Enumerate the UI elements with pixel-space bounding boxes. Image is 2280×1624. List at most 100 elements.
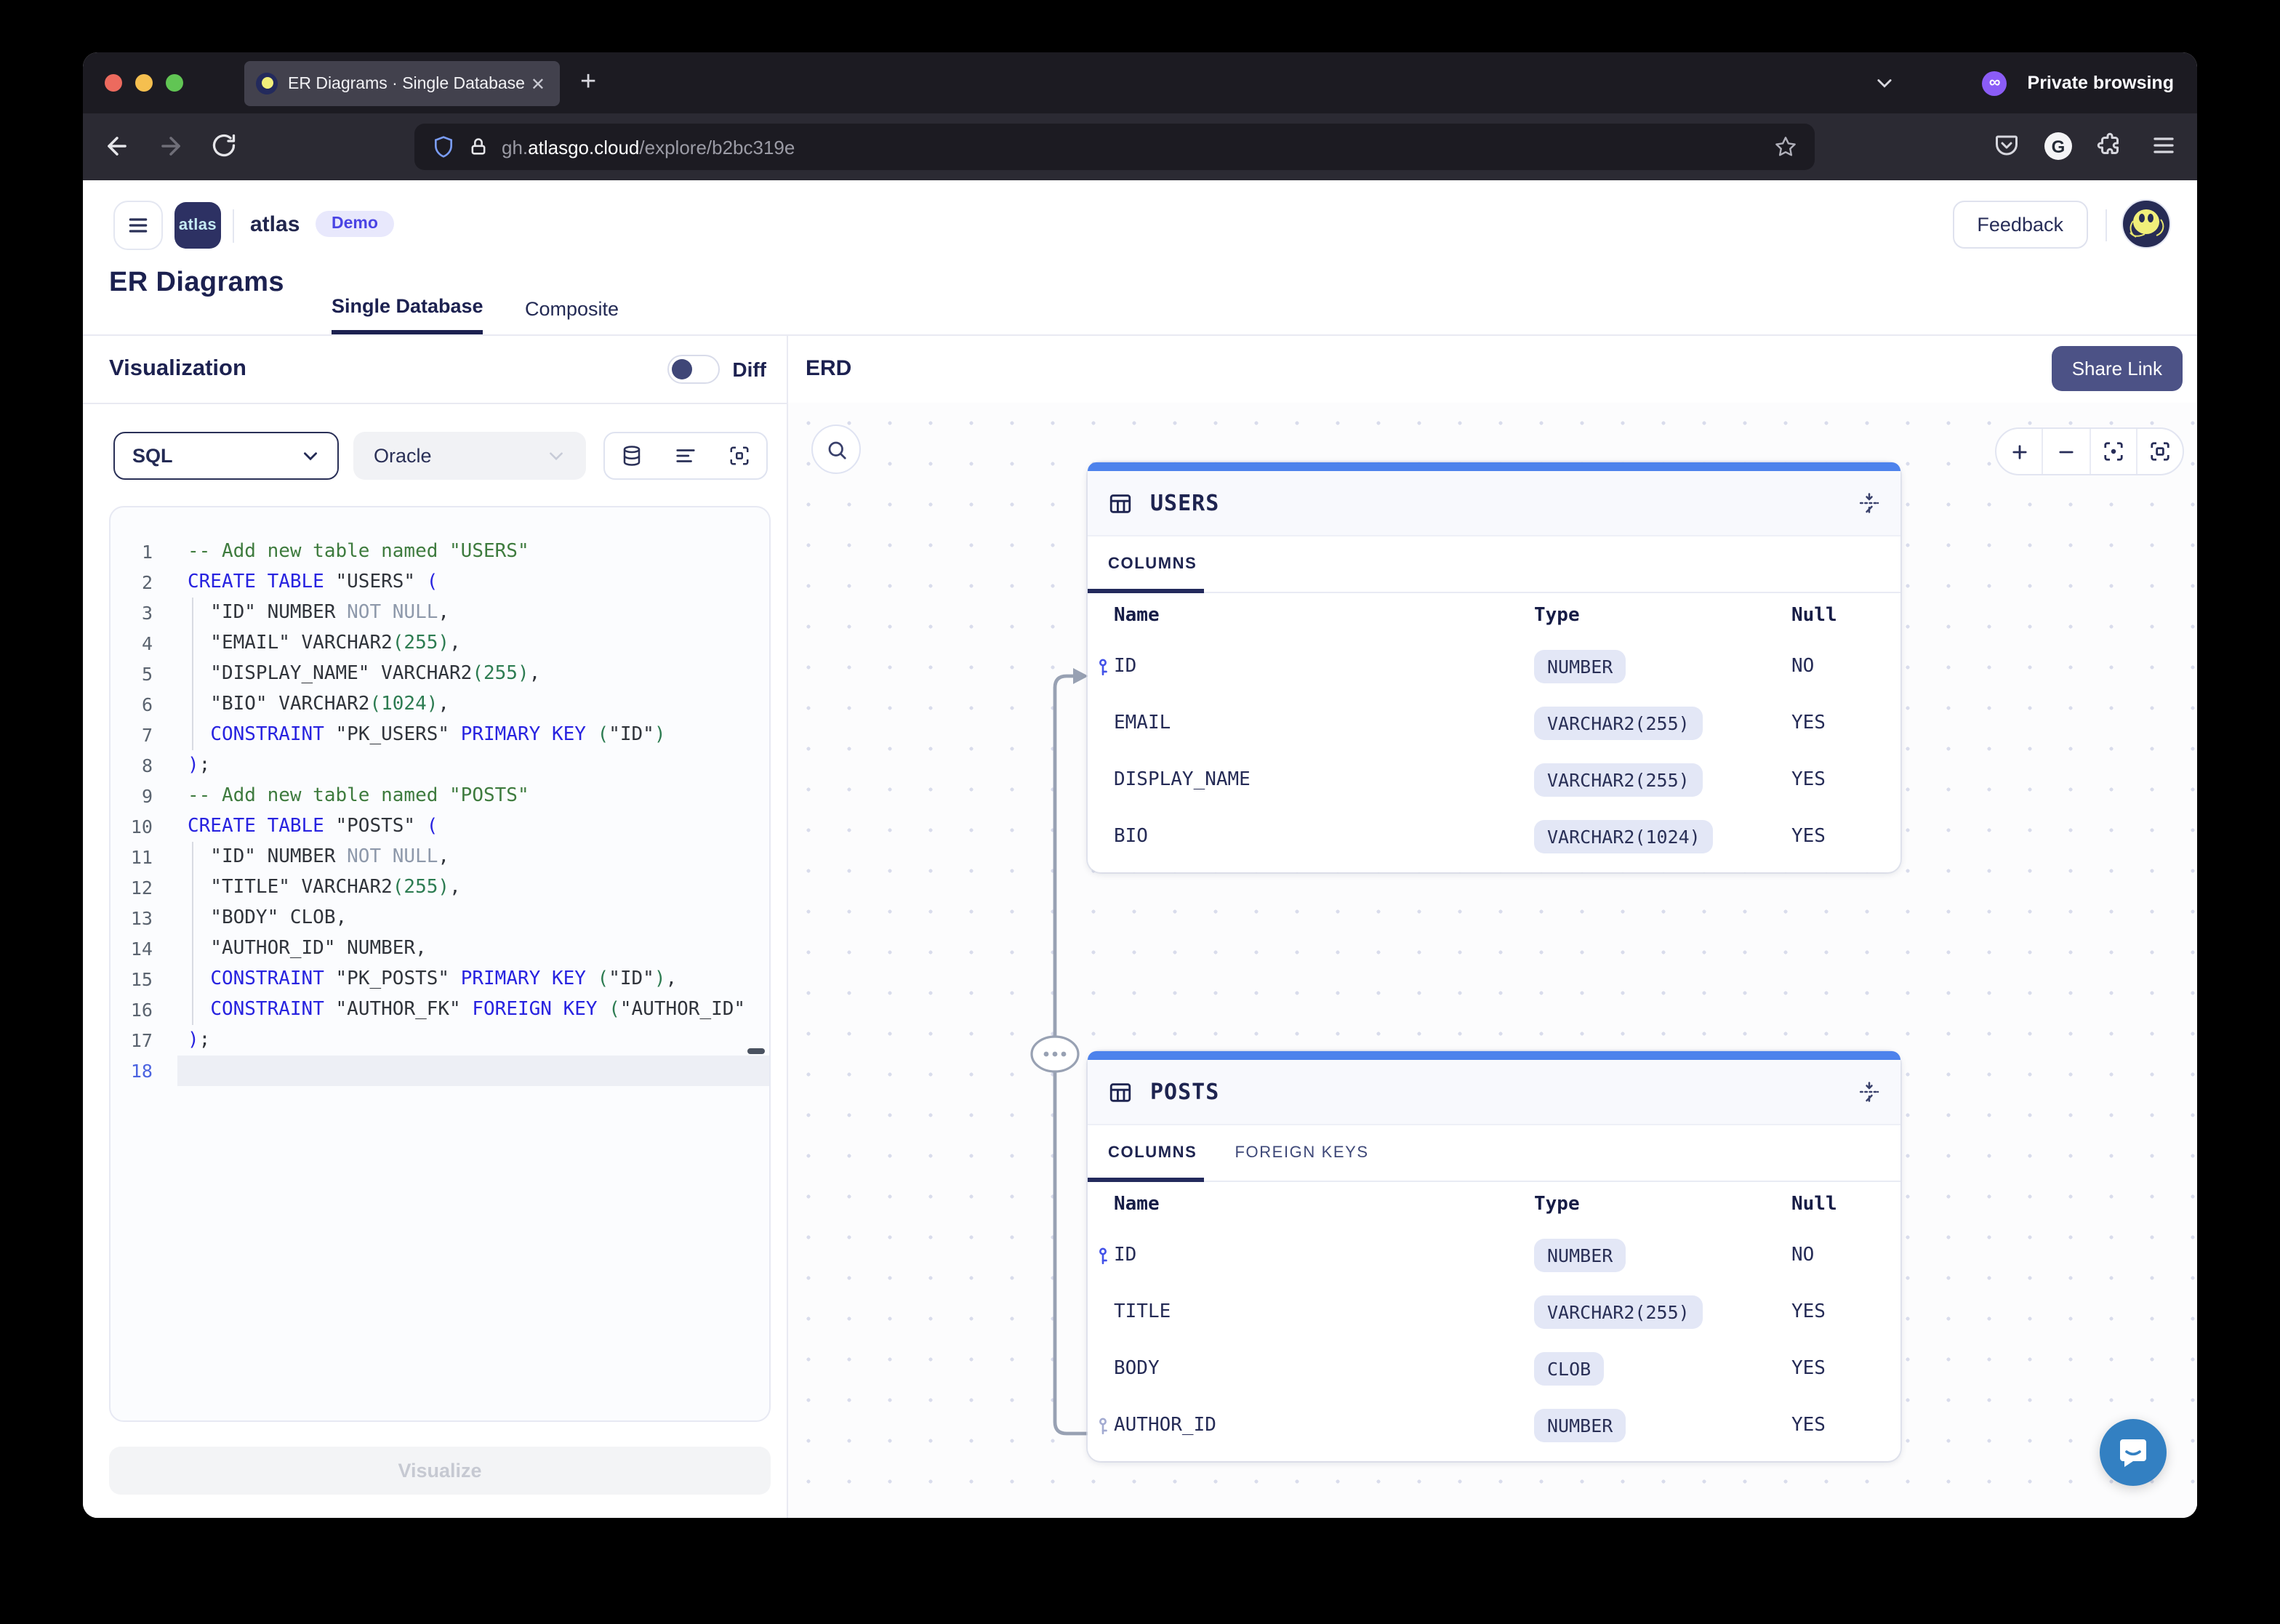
collapse-table-icon[interactable] — [1858, 491, 1880, 515]
column-name: EMAIL — [1114, 712, 1534, 734]
line-number: 8 — [111, 750, 177, 781]
browser-tabbar: ER Diagrams · Single Database ✕ + ∞ Priv… — [83, 52, 2197, 113]
close-window-button[interactable] — [105, 74, 122, 92]
table-row: EMAILVARCHAR2(255)YES — [1088, 695, 1900, 752]
table-card-header[interactable]: POSTS — [1088, 1060, 1900, 1125]
erd-table-card-posts[interactable]: POSTSCOLUMNSFOREIGN KEYSNameTypeNullIDNU… — [1088, 1051, 1900, 1461]
code-lines: 1-- Add new table named "USERS"2CREATE T… — [111, 507, 769, 1420]
column-nullable: YES — [1791, 1301, 1900, 1323]
database-icon[interactable] — [621, 445, 643, 467]
bookmark-star-icon[interactable] — [1774, 135, 1797, 158]
column-nullable: YES — [1791, 1415, 1900, 1436]
browser-tab[interactable]: ER Diagrams · Single Database ✕ — [244, 61, 560, 106]
code-line: 15 CONSTRAINT "PK_POSTS" PRIMARY KEY ("I… — [111, 964, 769, 994]
line-number: 2 — [111, 567, 177, 598]
column-nullable: YES — [1791, 826, 1900, 848]
column-type-badge: VARCHAR2(1024) — [1534, 820, 1714, 853]
editor-scrollbar[interactable] — [747, 1048, 765, 1054]
erd-canvas[interactable]: USERSCOLUMNSNameTypeNullIDNUMBERNOEMAILV… — [788, 403, 2197, 1518]
list-tabs-chevron-icon[interactable] — [1875, 73, 1895, 93]
erd-table-card-users[interactable]: USERSCOLUMNSNameTypeNullIDNUMBERNOEMAILV… — [1088, 462, 1900, 872]
url-bar[interactable]: gh.atlasgo.cloud/explore/b2bc319e — [414, 124, 1815, 170]
code-line: 13 "BODY" CLOB, — [111, 903, 769, 933]
line-number: 12 — [111, 872, 177, 903]
line-number: 7 — [111, 720, 177, 750]
code-line: 12 "TITLE" VARCHAR2(255), — [111, 872, 769, 903]
line-number: 14 — [111, 933, 177, 964]
code-text — [177, 1056, 769, 1086]
code-text: -- Add new table named "POSTS" — [177, 781, 769, 811]
page-title-row: ER Diagrams Single Database Composite — [83, 180, 2197, 336]
pocket-icon[interactable] — [1994, 132, 2020, 158]
tab-single-database[interactable]: Single Database — [332, 282, 483, 334]
code-line: 5 "DISPLAY_NAME" VARCHAR2(255), — [111, 659, 769, 689]
format-align-icon[interactable] — [675, 445, 697, 467]
table-name: POSTS — [1150, 1079, 1219, 1105]
code-line: 8); — [111, 750, 769, 781]
code-text: -- Add new table named "USERS" — [177, 536, 769, 567]
code-text: "BODY" CLOB, — [177, 903, 769, 933]
table-row: IDNUMBERNO — [1088, 1227, 1900, 1284]
code-text: CONSTRAINT "AUTHOR_FK" FOREIGN KEY ("AUT… — [177, 994, 769, 1025]
shield-icon[interactable] — [432, 135, 455, 158]
column-nullable: NO — [1791, 1245, 1900, 1266]
foreign-key-icon — [1093, 1416, 1112, 1435]
lock-icon[interactable] — [468, 137, 489, 157]
reload-button[interactable] — [211, 132, 237, 158]
window-controls[interactable] — [105, 74, 183, 92]
forward-button[interactable] — [157, 132, 185, 160]
table-card-header[interactable]: USERS — [1088, 471, 1900, 536]
minimize-window-button[interactable] — [135, 74, 153, 92]
column-header: Name — [1114, 1194, 1534, 1215]
zoom-in-button[interactable] — [1996, 429, 2042, 474]
column-name: DISPLAY_NAME — [1114, 769, 1534, 791]
fullscreen-button[interactable] — [2136, 429, 2183, 474]
chat-widget-button[interactable] — [2100, 1419, 2167, 1486]
table-name: USERS — [1150, 490, 1219, 516]
line-number: 18 — [111, 1056, 177, 1086]
canvas-search-button[interactable] — [811, 425, 861, 474]
line-number: 16 — [111, 994, 177, 1025]
share-link-button[interactable]: Share Link — [2052, 346, 2183, 391]
visualize-button[interactable]: Visualize — [109, 1447, 771, 1495]
table-accent-bar — [1088, 462, 1900, 471]
menu-hamburger-icon[interactable] — [2151, 132, 2177, 158]
zoom-window-button[interactable] — [166, 74, 183, 92]
column-header: Null — [1791, 605, 1900, 627]
tab-composite[interactable]: Composite — [525, 282, 619, 334]
zoom-out-button[interactable] — [2042, 429, 2090, 474]
collapse-table-icon[interactable] — [1858, 1080, 1880, 1104]
sql-code-editor[interactable]: 1-- Add new table named "USERS"2CREATE T… — [109, 506, 771, 1422]
engine-select[interactable]: Oracle — [353, 432, 586, 480]
tab-close-icon[interactable]: ✕ — [528, 72, 548, 95]
code-text: "ID" NUMBER NOT NULL, — [177, 598, 769, 628]
column-name: BODY — [1114, 1358, 1534, 1380]
table-tab-columns[interactable]: COLUMNS — [1108, 1125, 1197, 1181]
diff-toggle[interactable] — [667, 354, 719, 383]
tab-favicon-icon — [256, 73, 278, 95]
table-tab-foreign-keys[interactable]: FOREIGN KEYS — [1235, 1125, 1368, 1181]
browser-window: ER Diagrams · Single Database ✕ + ∞ Priv… — [83, 52, 2197, 1518]
table-tabs: COLUMNS — [1088, 536, 1900, 593]
extensions-puzzle-icon[interactable] — [2097, 132, 2123, 158]
grammarly-extension-icon[interactable]: G — [2044, 132, 2072, 160]
column-nullable: YES — [1791, 769, 1900, 791]
column-header: Type — [1534, 1194, 1791, 1215]
dialect-select[interactable]: SQL — [113, 432, 339, 480]
table-row: IDNUMBERNO — [1088, 638, 1900, 695]
code-text: CONSTRAINT "PK_USERS" PRIMARY KEY ("ID") — [177, 720, 769, 750]
private-browsing-label: Private browsing — [2028, 73, 2174, 93]
line-number: 11 — [111, 842, 177, 872]
line-number: 17 — [111, 1025, 177, 1056]
back-button[interactable] — [103, 132, 131, 160]
line-number: 6 — [111, 689, 177, 720]
table-tab-columns[interactable]: COLUMNS — [1108, 536, 1197, 592]
code-line: 10CREATE TABLE "POSTS" ( — [111, 811, 769, 842]
column-type-badge: VARCHAR2(255) — [1534, 763, 1703, 797]
expand-editor-icon[interactable] — [728, 445, 750, 467]
code-text: "BIO" VARCHAR2(1024), — [177, 689, 769, 720]
primary-key-icon — [1093, 1246, 1112, 1265]
new-tab-button[interactable]: + — [580, 65, 596, 100]
fit-view-button[interactable] — [2089, 429, 2136, 474]
screen: ER Diagrams · Single Database ✕ + ∞ Priv… — [0, 0, 2280, 1624]
